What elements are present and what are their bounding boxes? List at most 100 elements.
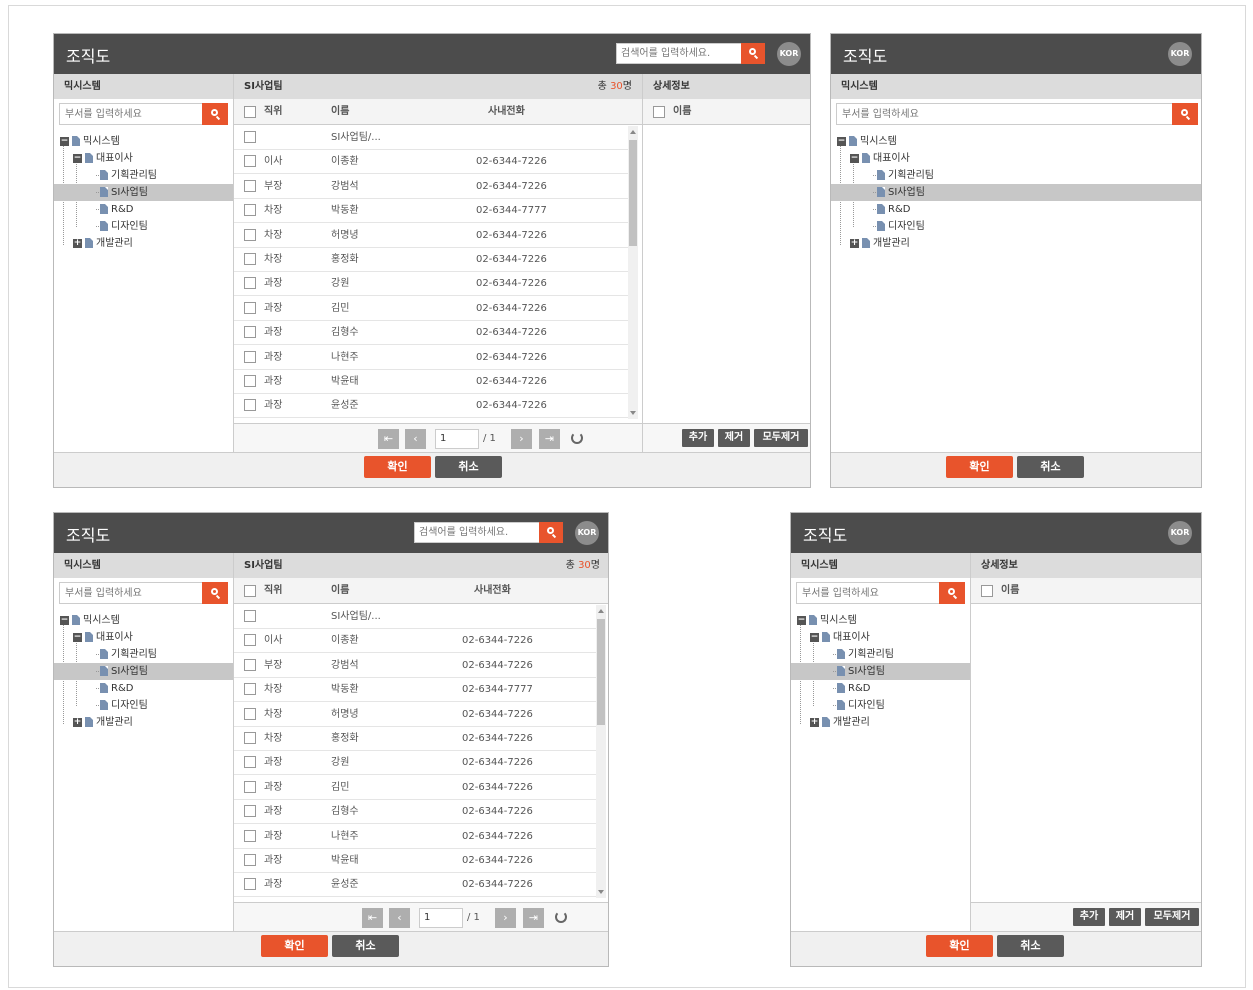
expand-icon[interactable]: + bbox=[73, 718, 82, 727]
tree-node[interactable]: R&D bbox=[54, 201, 233, 218]
member-row[interactable]: 차장 홍정화 02-6344-7226 bbox=[234, 727, 596, 751]
collapse-icon[interactable]: − bbox=[797, 616, 806, 625]
row-checkbox[interactable] bbox=[244, 204, 256, 217]
department-search-input[interactable] bbox=[836, 103, 1172, 125]
tree-node[interactable]: SI사업팀 bbox=[54, 663, 233, 680]
collapse-icon[interactable]: − bbox=[73, 633, 82, 642]
member-row[interactable]: 과장 김형수 02-6344-7226 bbox=[234, 321, 628, 346]
row-checkbox[interactable] bbox=[244, 155, 256, 168]
tree-node[interactable]: R&D bbox=[54, 680, 233, 697]
detail-select-all-checkbox[interactable] bbox=[981, 585, 993, 597]
page-input[interactable]: 1 bbox=[435, 429, 479, 449]
member-row[interactable]: 차장 홍정화 02-6344-7226 bbox=[234, 248, 628, 272]
collapse-icon[interactable]: − bbox=[60, 137, 69, 146]
member-scrollbar[interactable] bbox=[596, 605, 606, 898]
tree-node[interactable]: 기획관리팀 bbox=[54, 167, 233, 184]
collapse-icon[interactable]: − bbox=[850, 154, 859, 163]
member-scrollbar[interactable] bbox=[628, 126, 638, 419]
scroll-thumb[interactable] bbox=[597, 619, 605, 725]
member-row[interactable]: 부장 강범석 02-6344-7226 bbox=[234, 175, 628, 199]
cancel-button[interactable]: 취소 bbox=[997, 935, 1064, 957]
member-row[interactable]: 과장 박윤태 02-6344-7226 bbox=[234, 370, 628, 394]
member-row[interactable]: 차장 허명녕 02-6344-7226 bbox=[234, 224, 628, 248]
language-button[interactable]: KOR bbox=[1168, 42, 1192, 66]
member-row[interactable]: 과장 김민 02-6344-7226 bbox=[234, 297, 628, 321]
department-search-input[interactable] bbox=[796, 582, 939, 604]
row-checkbox[interactable] bbox=[244, 780, 256, 793]
next-page-button[interactable]: › bbox=[495, 908, 516, 928]
first-page-button[interactable]: ⇤ bbox=[362, 908, 383, 928]
cancel-button[interactable]: 취소 bbox=[332, 935, 399, 957]
tree-node[interactable]: 디자인팀 bbox=[54, 218, 233, 235]
row-checkbox[interactable] bbox=[244, 179, 256, 192]
tree-node[interactable]: − 믹시스템 bbox=[791, 612, 970, 629]
row-checkbox[interactable] bbox=[244, 228, 256, 241]
language-button[interactable]: KOR bbox=[777, 42, 801, 66]
collapse-icon[interactable]: − bbox=[60, 616, 69, 625]
remove-button[interactable]: 제거 bbox=[718, 429, 750, 447]
member-row[interactable]: SI사업팀/... bbox=[234, 605, 596, 629]
row-checkbox[interactable] bbox=[244, 610, 256, 622]
scroll-down-icon[interactable] bbox=[598, 890, 604, 894]
tree-node[interactable]: + 개발관리 bbox=[54, 235, 233, 252]
row-checkbox[interactable] bbox=[244, 658, 256, 671]
first-page-button[interactable]: ⇤ bbox=[378, 429, 399, 449]
row-checkbox[interactable] bbox=[244, 829, 256, 842]
tree-node[interactable]: − 대표이사 bbox=[791, 629, 970, 646]
tree-node[interactable]: 디자인팀 bbox=[791, 697, 970, 714]
member-row[interactable]: 과장 나현주 02-6344-7226 bbox=[234, 346, 628, 370]
tree-node[interactable]: − 믹시스템 bbox=[831, 133, 1201, 150]
language-button[interactable]: KOR bbox=[575, 521, 599, 545]
prev-page-button[interactable]: ‹ bbox=[389, 908, 410, 928]
member-row[interactable]: 과장 윤성준 02-6344-7226 bbox=[234, 873, 596, 898]
collapse-icon[interactable]: − bbox=[837, 137, 846, 146]
tree-node[interactable]: SI사업팀 bbox=[54, 184, 233, 201]
remove-all-button[interactable]: 모두제거 bbox=[754, 429, 808, 447]
row-checkbox[interactable] bbox=[244, 399, 256, 412]
confirm-button[interactable]: 확인 bbox=[261, 935, 328, 957]
confirm-button[interactable]: 확인 bbox=[946, 456, 1013, 478]
scroll-down-icon[interactable] bbox=[630, 411, 636, 415]
cancel-button[interactable]: 취소 bbox=[435, 456, 502, 478]
confirm-button[interactable]: 확인 bbox=[364, 456, 431, 478]
header-search-input[interactable] bbox=[414, 522, 539, 543]
select-all-checkbox[interactable] bbox=[244, 106, 256, 118]
tree-node[interactable]: − 믹시스템 bbox=[54, 612, 233, 629]
scroll-thumb[interactable] bbox=[629, 140, 637, 246]
refresh-icon[interactable] bbox=[571, 432, 583, 444]
confirm-button[interactable]: 확인 bbox=[926, 935, 993, 957]
row-checkbox[interactable] bbox=[244, 326, 256, 339]
collapse-icon[interactable]: − bbox=[810, 633, 819, 642]
cancel-button[interactable]: 취소 bbox=[1017, 456, 1084, 478]
row-checkbox[interactable] bbox=[244, 756, 256, 769]
tree-node[interactable]: 디자인팀 bbox=[54, 697, 233, 714]
row-checkbox[interactable] bbox=[244, 634, 256, 647]
remove-button[interactable]: 제거 bbox=[1109, 908, 1141, 926]
add-button[interactable]: 추가 bbox=[682, 429, 714, 447]
scroll-up-icon[interactable] bbox=[598, 609, 604, 613]
add-button[interactable]: 추가 bbox=[1073, 908, 1105, 926]
department-search-button[interactable] bbox=[202, 582, 228, 604]
row-checkbox[interactable] bbox=[244, 878, 256, 891]
row-checkbox[interactable] bbox=[244, 805, 256, 818]
member-row[interactable]: 과장 김형수 02-6344-7226 bbox=[234, 800, 596, 825]
department-search-input[interactable] bbox=[59, 582, 202, 604]
tree-node[interactable]: + 개발관리 bbox=[54, 714, 233, 731]
scroll-up-icon[interactable] bbox=[630, 130, 636, 134]
tree-node[interactable]: SI사업팀 bbox=[831, 184, 1201, 201]
tree-node[interactable]: 디자인팀 bbox=[831, 218, 1201, 235]
detail-select-all-checkbox[interactable] bbox=[653, 106, 665, 118]
member-row[interactable]: 이사 이종환 02-6344-7226 bbox=[234, 150, 628, 175]
member-row[interactable]: 차장 허명녕 02-6344-7226 bbox=[234, 703, 596, 727]
expand-icon[interactable]: + bbox=[850, 239, 859, 248]
department-search-button[interactable] bbox=[939, 582, 965, 604]
member-row[interactable]: 과장 박윤태 02-6344-7226 bbox=[234, 849, 596, 873]
row-checkbox[interactable] bbox=[244, 350, 256, 363]
select-all-checkbox[interactable] bbox=[244, 585, 256, 597]
member-row[interactable]: 과장 윤성준 02-6344-7226 bbox=[234, 394, 628, 419]
department-search-input[interactable] bbox=[59, 103, 202, 125]
department-search-button[interactable] bbox=[202, 103, 228, 125]
member-row[interactable]: 이사 이종환 02-6344-7226 bbox=[234, 629, 596, 654]
tree-node[interactable]: − 대표이사 bbox=[54, 629, 233, 646]
row-checkbox[interactable] bbox=[244, 301, 256, 314]
